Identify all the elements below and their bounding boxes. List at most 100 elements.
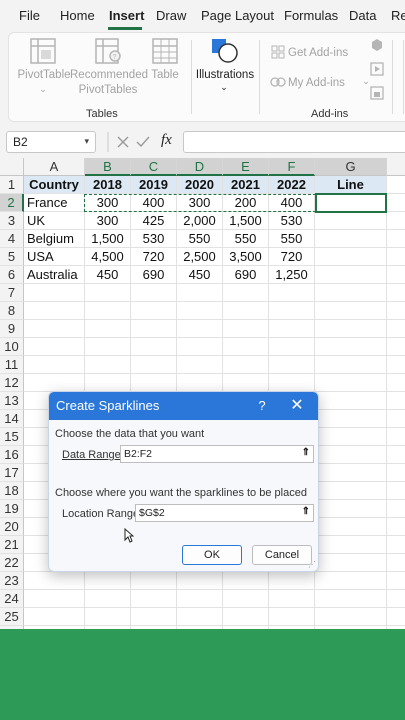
cell-d24[interactable] xyxy=(177,590,223,608)
cancel-button[interactable]: Cancel xyxy=(252,545,312,565)
pivottable-chevron-icon[interactable]: ⌄ xyxy=(38,82,48,96)
cell-h11[interactable] xyxy=(387,356,405,374)
cell-f8[interactable] xyxy=(269,302,315,320)
cell-f5[interactable]: 720 xyxy=(269,248,315,266)
tab-file[interactable]: File xyxy=(19,8,40,23)
illustrations-chevron-icon[interactable]: ⌄ xyxy=(219,80,229,94)
row-header-22[interactable]: 22 xyxy=(0,554,24,572)
cell-g8[interactable] xyxy=(315,302,387,320)
cell-c12[interactable] xyxy=(131,374,177,392)
addin-icon-3[interactable] xyxy=(370,86,384,105)
cell-g16[interactable] xyxy=(315,446,387,464)
cell-c23[interactable] xyxy=(131,572,177,590)
cell-h6[interactable] xyxy=(387,266,405,284)
cell-g23[interactable] xyxy=(315,572,387,590)
cell-h1[interactable] xyxy=(387,176,405,194)
active-cell-g2[interactable] xyxy=(315,193,387,213)
cell-d1[interactable]: 2020 xyxy=(177,176,223,194)
cell-f4[interactable]: 550 xyxy=(269,230,315,248)
cell-e12[interactable] xyxy=(223,374,269,392)
cell-h15[interactable] xyxy=(387,428,405,446)
cell-e11[interactable] xyxy=(223,356,269,374)
recommended-pivottables-label-1[interactable]: Recommended xyxy=(70,68,148,82)
row-header-7[interactable]: 7 xyxy=(0,284,24,302)
illustrations-icon[interactable] xyxy=(211,36,239,69)
cell-e5[interactable]: 3,500 xyxy=(223,248,269,266)
get-addins-label[interactable]: Get Add-ins xyxy=(288,46,348,60)
cell-d3[interactable]: 2,000 xyxy=(177,212,223,230)
row-header-14[interactable]: 14 xyxy=(0,410,24,428)
cell-h10[interactable] xyxy=(387,338,405,356)
cell-f25[interactable] xyxy=(269,608,315,626)
name-box[interactable]: B2 ▾ xyxy=(6,131,96,153)
cell-g21[interactable] xyxy=(315,536,387,554)
recommended-pivottables-icon[interactable]: ? xyxy=(95,38,123,69)
column-header-h[interactable] xyxy=(387,158,405,176)
cell-g15[interactable] xyxy=(315,428,387,446)
row-header-10[interactable]: 10 xyxy=(0,338,24,356)
column-header-a[interactable]: A xyxy=(24,158,85,176)
cell-e6[interactable]: 690 xyxy=(223,266,269,284)
cell-a8[interactable] xyxy=(24,302,85,320)
cell-h12[interactable] xyxy=(387,374,405,392)
cell-d10[interactable] xyxy=(177,338,223,356)
addin-icon-1[interactable] xyxy=(370,38,384,57)
cell-c3[interactable]: 425 xyxy=(131,212,177,230)
my-addins-label[interactable]: My Add-ins xyxy=(288,76,345,90)
cell-a9[interactable] xyxy=(24,320,85,338)
row-header-23[interactable]: 23 xyxy=(0,572,24,590)
row-header-11[interactable]: 11 xyxy=(0,356,24,374)
column-header-f[interactable]: F xyxy=(269,158,315,176)
cell-f3[interactable]: 530 xyxy=(269,212,315,230)
cell-a25[interactable] xyxy=(24,608,85,626)
cell-a1[interactable]: Country xyxy=(24,176,85,194)
cell-g12[interactable] xyxy=(315,374,387,392)
row-header-5[interactable]: 5 xyxy=(0,248,24,266)
my-addins-icon[interactable] xyxy=(270,75,286,94)
select-all-corner[interactable] xyxy=(0,158,24,176)
cell-f12[interactable] xyxy=(269,374,315,392)
row-header-6[interactable]: 6 xyxy=(0,266,24,284)
cell-d11[interactable] xyxy=(177,356,223,374)
recommended-pivottables-label-2[interactable]: PivotTables xyxy=(70,83,146,97)
row-header-19[interactable]: 19 xyxy=(0,500,24,518)
cell-c4[interactable]: 530 xyxy=(131,230,177,248)
cell-e8[interactable] xyxy=(223,302,269,320)
fx-icon[interactable]: fx xyxy=(161,132,172,149)
pivottable-icon[interactable] xyxy=(30,38,56,69)
cell-h20[interactable] xyxy=(387,518,405,536)
cell-g22[interactable] xyxy=(315,554,387,572)
help-icon[interactable]: ? xyxy=(252,392,272,420)
cell-h19[interactable] xyxy=(387,500,405,518)
row-header-9[interactable]: 9 xyxy=(0,320,24,338)
row-header-24[interactable]: 24 xyxy=(0,590,24,608)
cell-c7[interactable] xyxy=(131,284,177,302)
cell-h21[interactable] xyxy=(387,536,405,554)
tab-data[interactable]: Data xyxy=(349,8,376,23)
ok-button[interactable]: OK xyxy=(182,545,242,565)
cell-b1[interactable]: 2018 xyxy=(85,176,131,194)
cell-h7[interactable] xyxy=(387,284,405,302)
addin-icon-2[interactable] xyxy=(370,62,384,81)
cell-h16[interactable] xyxy=(387,446,405,464)
tab-insert[interactable]: Insert xyxy=(109,8,144,23)
cell-c11[interactable] xyxy=(131,356,177,374)
cell-f24[interactable] xyxy=(269,590,315,608)
cell-e23[interactable] xyxy=(223,572,269,590)
cell-e24[interactable] xyxy=(223,590,269,608)
cell-c25[interactable] xyxy=(131,608,177,626)
formula-input[interactable] xyxy=(183,131,405,153)
cell-g11[interactable] xyxy=(315,356,387,374)
tab-draw[interactable]: Draw xyxy=(156,8,186,23)
cell-g4[interactable] xyxy=(315,230,387,248)
cell-g9[interactable] xyxy=(315,320,387,338)
column-header-d[interactable]: D xyxy=(177,158,223,176)
cell-g19[interactable] xyxy=(315,500,387,518)
row-header-16[interactable]: 16 xyxy=(0,446,24,464)
cell-h8[interactable] xyxy=(387,302,405,320)
cell-h3[interactable] xyxy=(387,212,405,230)
cell-c24[interactable] xyxy=(131,590,177,608)
cell-f1[interactable]: 2022 xyxy=(269,176,315,194)
cell-a11[interactable] xyxy=(24,356,85,374)
column-header-b[interactable]: B xyxy=(85,158,131,176)
